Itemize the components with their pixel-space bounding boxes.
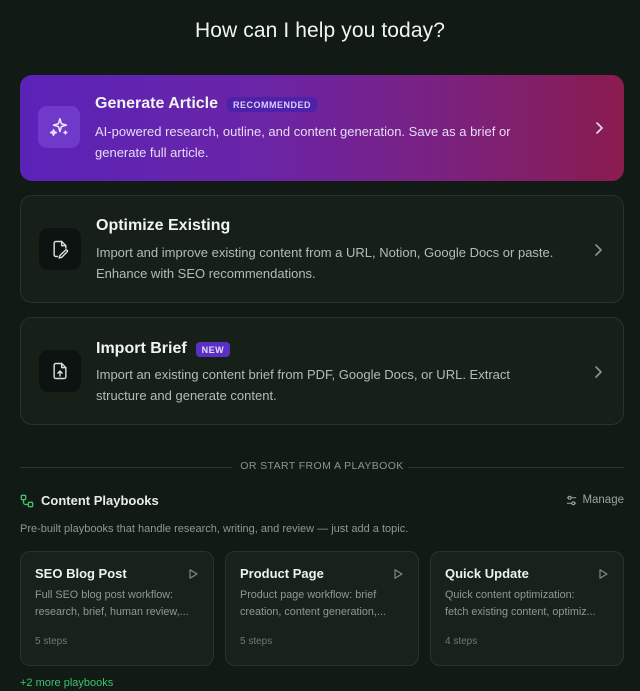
playbooks-title: Content Playbooks	[41, 493, 159, 508]
playbook-card-desc-line2: creation, content generation,...	[240, 606, 386, 618]
optimize-existing-desc-line1: Import and improve existing content from…	[96, 245, 554, 260]
page: How can I help you today? Generate Artic…	[0, 0, 640, 691]
optimize-existing-title: Optimize Existing	[96, 217, 231, 234]
playbooks-title-wrap: Content Playbooks	[20, 493, 159, 508]
playbook-card-desc-line1: Product page workflow: brief	[240, 589, 377, 601]
optimize-existing-description: Import and improve existing content from…	[96, 242, 576, 284]
playbook-card-steps: 5 steps	[35, 636, 68, 647]
playbook-card-desc-line1: Full SEO blog post workflow:	[35, 589, 174, 601]
playbooks-subtitle: Pre-built playbooks that handle research…	[20, 523, 409, 535]
play-icon[interactable]	[392, 568, 404, 580]
playbook-card-title: SEO Blog Post	[35, 566, 127, 581]
import-brief-desc-line1: Import an existing content brief from PD…	[96, 367, 510, 382]
playbooks-header: Content Playbooks Manage	[20, 493, 624, 511]
chevron-right-icon	[595, 244, 602, 256]
file-upload-icon	[39, 350, 81, 392]
document-edit-icon	[39, 228, 81, 270]
chevron-right-icon	[596, 122, 603, 134]
generate-article-title-row: Generate Article RECOMMENDED	[95, 95, 318, 113]
optimize-existing-title-row: Optimize Existing	[96, 217, 230, 235]
manage-button[interactable]: Manage	[566, 494, 624, 506]
page-title: How can I help you today?	[195, 19, 445, 42]
import-brief-desc-line2: structure and generate content.	[96, 388, 277, 403]
generate-article-desc-line2: generate full article.	[95, 145, 209, 160]
playbook-card-desc-line2: research, brief, human review,...	[35, 606, 189, 618]
chevron-right-icon	[595, 366, 602, 378]
divider-line-right	[408, 467, 624, 468]
optimize-existing-desc-line2: Enhance with SEO recommendations.	[96, 266, 316, 281]
playbook-card-title: Product Page	[240, 566, 324, 581]
play-icon[interactable]	[597, 568, 609, 580]
import-brief-description: Import an existing content brief from PD…	[96, 364, 576, 406]
playbook-card-desc-line2: fetch existing content, optimiz...	[445, 606, 596, 618]
import-brief-title: Import Brief	[96, 340, 187, 357]
generate-article-description: AI-powered research, outline, and conten…	[95, 121, 575, 163]
playbook-card-product-page[interactable]: Product Page Product page workflow: brie…	[225, 551, 419, 666]
playbook-card-steps: 4 steps	[445, 636, 478, 647]
generate-article-title: Generate Article	[95, 95, 219, 112]
play-icon[interactable]	[187, 568, 199, 580]
playbook-divider: OR START FROM A PLAYBOOK	[20, 460, 624, 474]
playbook-card-desc-line1: Quick content optimization:	[445, 589, 575, 601]
optimize-existing-card[interactable]: Optimize Existing Import and improve exi…	[20, 195, 624, 303]
import-brief-card[interactable]: Import Brief NEW Import an existing cont…	[20, 317, 624, 425]
new-badge: NEW	[195, 341, 231, 357]
playbook-card-title: Quick Update	[445, 566, 529, 581]
generate-article-desc-line1: AI-powered research, outline, and conten…	[95, 124, 511, 139]
divider-label: OR START FROM A PLAYBOOK	[240, 460, 404, 472]
import-brief-title-row: Import Brief NEW	[96, 340, 231, 358]
playbook-card-quick-update[interactable]: Quick Update Quick content optimization:…	[430, 551, 624, 666]
manage-label: Manage	[582, 494, 624, 506]
more-playbooks-link[interactable]: +2 more playbooks	[20, 677, 113, 689]
generate-article-card[interactable]: Generate Article RECOMMENDED AI-powered …	[20, 75, 624, 181]
playbook-card-steps: 5 steps	[240, 636, 273, 647]
sliders-icon	[567, 495, 577, 505]
workflow-icon	[20, 494, 34, 507]
recommended-badge: RECOMMENDED	[227, 96, 318, 112]
playbook-card-seo-blog-post[interactable]: SEO Blog Post Full SEO blog post workflo…	[20, 551, 214, 666]
sparkles-icon	[38, 106, 80, 148]
